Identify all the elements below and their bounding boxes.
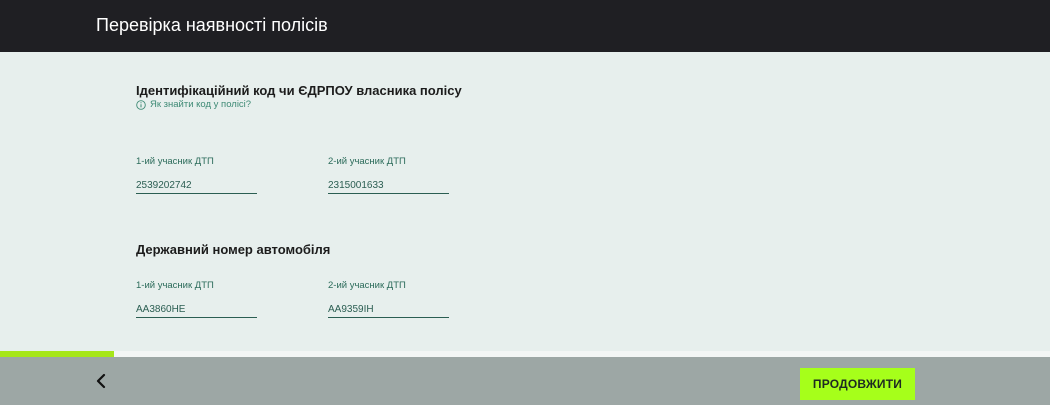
find-code-hint-link[interactable]: Як знайти код у полісі? xyxy=(136,99,251,111)
info-icon xyxy=(136,100,146,110)
id-code-participant-2: 2-ий учасник ДТП xyxy=(328,156,449,194)
id-code-input-1[interactable] xyxy=(136,177,257,194)
find-code-hint-text: Як знайти код у полісі? xyxy=(150,99,252,110)
field-label: 1-ий учасник ДТП xyxy=(136,280,214,291)
back-button[interactable] xyxy=(90,370,112,392)
plate-participant-1: 1-ий учасник ДТП xyxy=(136,280,257,318)
plate-input-2[interactable] xyxy=(328,301,449,318)
plate-input-1[interactable] xyxy=(136,301,257,318)
id-code-input-2[interactable] xyxy=(328,177,449,194)
page-title: Перевірка наявності полісів xyxy=(96,15,328,35)
field-label: 2-ий учасник ДТП xyxy=(328,280,406,291)
chevron-left-icon xyxy=(96,373,106,389)
id-section-title: Ідентифікаційний код чи ЄДРПОУ власника … xyxy=(136,83,462,98)
app-header: Перевірка наявності полісів xyxy=(0,0,1050,52)
plate-participant-2: 2-ий учасник ДТП xyxy=(328,280,449,318)
field-label: 2-ий учасник ДТП xyxy=(328,156,406,167)
plate-section-title: Державний номер автомобіля xyxy=(136,242,331,257)
id-code-participant-1: 1-ий учасник ДТП xyxy=(136,156,257,194)
field-label: 1-ий учасник ДТП xyxy=(136,156,214,167)
continue-button[interactable]: ПРОДОВЖИТИ xyxy=(800,368,915,400)
footer-bar: ПРОДОВЖИТИ xyxy=(0,357,1050,405)
